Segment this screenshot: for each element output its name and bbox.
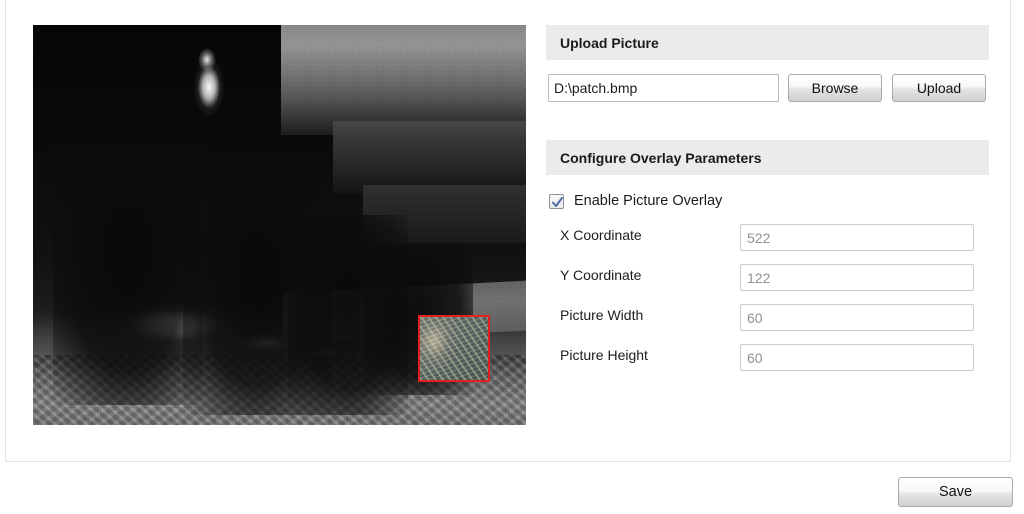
picture-height-input[interactable] [740,344,974,371]
picture-width-label: Picture Width [560,307,644,323]
picture-height-label: Picture Height [560,347,648,363]
browse-button[interactable]: Browse [788,74,882,102]
file-path-input[interactable] [548,74,779,102]
y-coordinate-label: Y Coordinate [560,267,642,283]
upload-picture-title: Upload Picture [560,34,659,51]
picture-overlay-box[interactable] [418,315,490,382]
x-coordinate-input[interactable] [740,224,974,251]
x-coordinate-label: X Coordinate [560,227,642,243]
picture-width-input[interactable] [740,304,974,331]
configure-overlay-title: Configure Overlay Parameters [560,149,762,166]
y-coordinate-row: Y Coordinate [546,264,989,291]
live-view-preview[interactable] [33,25,526,425]
settings-column: Upload Picture Browse Upload Configure O… [546,25,989,371]
upload-picture-header: Upload Picture [546,25,989,60]
x-coordinate-row: X Coordinate [546,224,989,251]
upload-button[interactable]: Upload [892,74,986,102]
picture-height-row: Picture Height [546,344,989,371]
enable-picture-overlay-checkbox[interactable] [549,193,564,209]
configure-overlay-header: Configure Overlay Parameters [546,140,989,175]
enable-picture-overlay-row[interactable]: Enable Picture Overlay [546,191,989,211]
upload-row: Browse Upload [546,74,989,102]
enable-picture-overlay-label: Enable Picture Overlay [574,193,723,209]
page-root: Upload Picture Browse Upload Configure O… [0,0,1024,514]
y-coordinate-input[interactable] [740,264,974,291]
check-icon [552,196,563,207]
save-button[interactable]: Save [898,477,1013,507]
picture-width-row: Picture Width [546,304,989,331]
content-panel: Upload Picture Browse Upload Configure O… [5,0,1011,462]
